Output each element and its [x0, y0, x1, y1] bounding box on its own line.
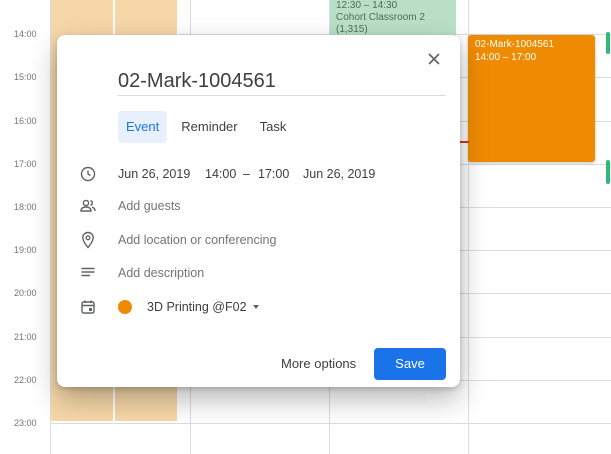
time-label: 22:00 [14, 375, 37, 385]
end-time[interactable]: 17:00 [258, 167, 289, 181]
close-icon [428, 53, 440, 65]
calendar-color-dot [118, 300, 132, 314]
tab-reminder[interactable]: Reminder [173, 111, 245, 143]
time-label: 20:00 [14, 288, 37, 298]
time-label: 15:00 [14, 72, 37, 82]
time-label: 18:00 [14, 202, 37, 212]
time-label: 14:00 [14, 29, 37, 39]
time-separator: – [243, 167, 250, 181]
more-options-button[interactable]: More options [273, 348, 364, 380]
datetime-row: Jun 26, 2019 14:00 – 17:00 Jun 26, 2019 [57, 160, 460, 188]
guests-row[interactable]: Add guests [57, 192, 460, 220]
location-pin-icon [78, 230, 98, 250]
day-divider [50, 0, 51, 454]
calendar-select-row[interactable]: 3D Printing @F02 [57, 293, 460, 321]
event-dialog: 02-Mark-1004561 Event Reminder Task Jun … [57, 35, 460, 387]
location-row[interactable]: Add location or conferencing [57, 226, 460, 254]
time-label: 23:00 [14, 418, 37, 428]
time-label: 19:00 [14, 245, 37, 255]
orange-event-title: 02-Mark-1004561 [475, 39, 554, 50]
green-event-edge[interactable] [606, 160, 610, 184]
current-time-indicator [459, 141, 469, 143]
hour-line [50, 423, 611, 424]
people-icon [78, 196, 98, 216]
tab-event[interactable]: Event [118, 111, 168, 143]
description-input[interactable]: Add description [118, 266, 204, 280]
start-time[interactable]: 14:00 [205, 167, 236, 181]
end-date[interactable]: Jun 26, 2019 [303, 167, 375, 181]
start-date[interactable]: Jun 26, 2019 [118, 167, 190, 181]
close-button[interactable] [422, 47, 446, 71]
time-label: 16:00 [14, 116, 37, 126]
dropdown-caret-icon[interactable] [253, 305, 259, 309]
description-row[interactable]: Add description [57, 259, 460, 287]
tab-task[interactable]: Task [252, 111, 295, 143]
orange-event-time: 14:00 – 17:00 [475, 52, 537, 63]
calendar-name[interactable]: 3D Printing @F02 [147, 300, 247, 314]
green-event-title: Cohort Classroom 2 [336, 12, 425, 23]
green-event-edge[interactable] [606, 32, 610, 54]
event-type-tabs: Event Reminder Task [118, 111, 294, 143]
guests-input[interactable]: Add guests [118, 199, 181, 213]
time-label: 21:00 [14, 332, 37, 342]
calendar-icon [78, 297, 98, 317]
save-button[interactable]: Save [374, 348, 446, 380]
time-label: 17:00 [14, 159, 37, 169]
orange-event-mark[interactable]: 02-Mark-1004561 14:00 – 17:00 [468, 35, 595, 162]
location-input[interactable]: Add location or conferencing [118, 233, 276, 247]
notes-icon [78, 263, 98, 283]
green-event-time: 12:30 – 14:30 [336, 0, 398, 11]
green-event-cohort-classroom[interactable]: 12:30 – 14:30 Cohort Classroom 2 (1,315) [330, 0, 456, 38]
event-title-input[interactable]: 02-Mark-1004561 [118, 69, 446, 96]
clock-icon [78, 164, 98, 184]
